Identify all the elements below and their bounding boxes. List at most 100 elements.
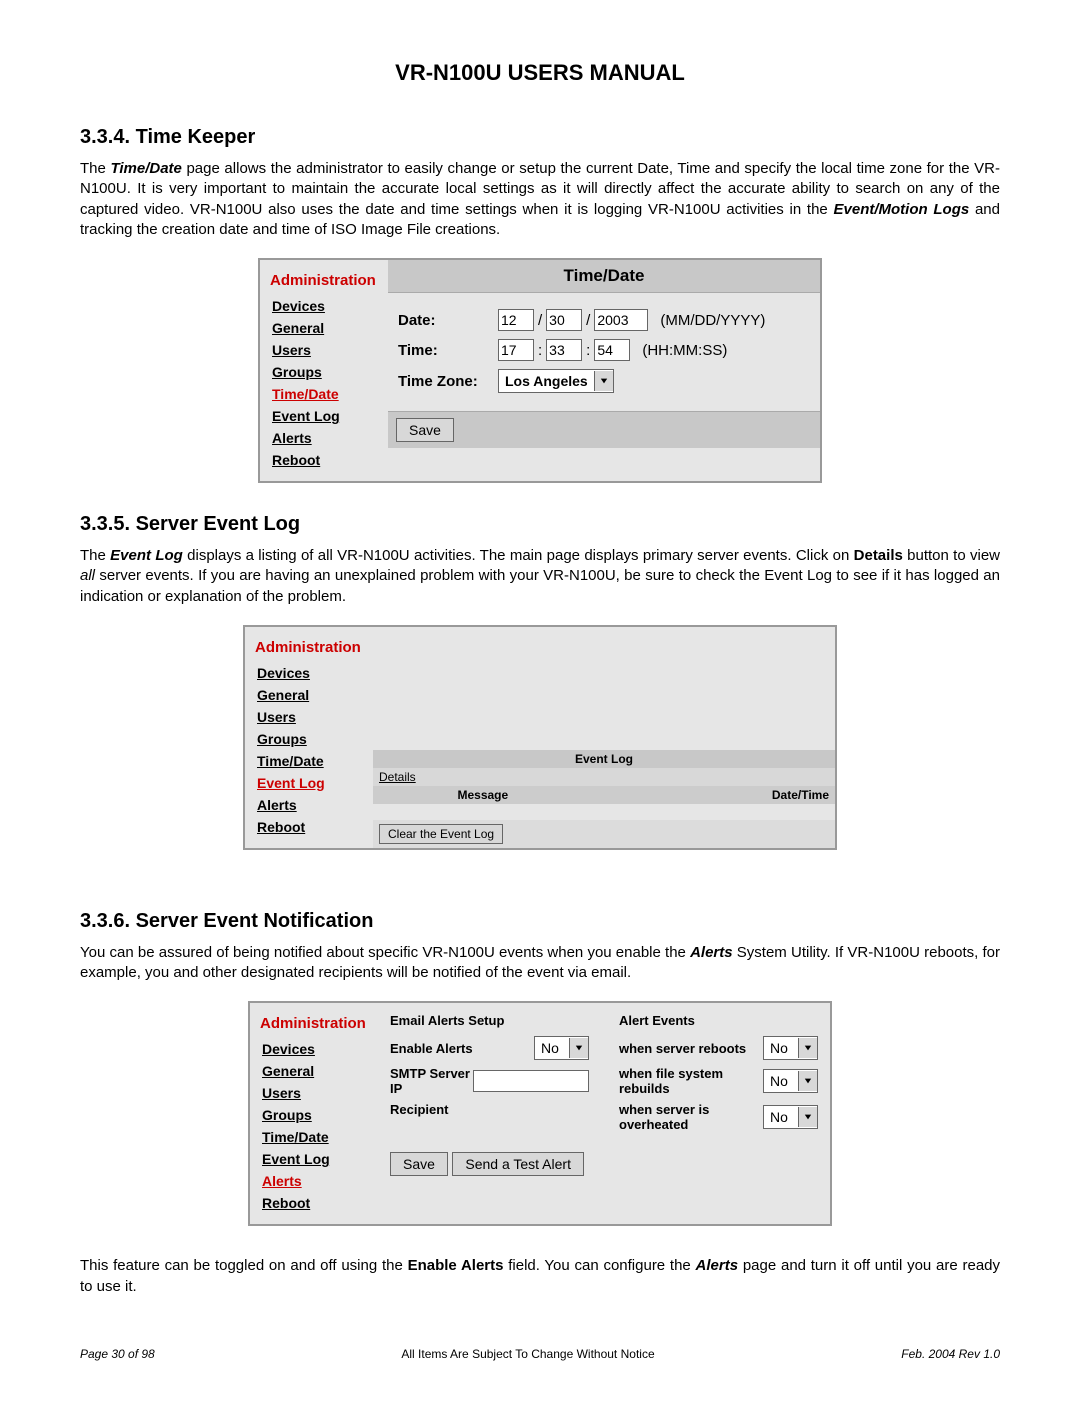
t-bold: Enable Alerts [408, 1257, 504, 1274]
chevron-down-icon [594, 371, 613, 391]
row-tz: Time Zone: Los Angeles [398, 369, 810, 393]
panel-eventlog: Administration Devices General Users Gro… [243, 625, 837, 850]
send-test-alert-button[interactable]: Send a Test Alert [452, 1152, 584, 1176]
smtp-ip-input[interactable] [473, 1070, 589, 1092]
sep-slash: / [538, 312, 542, 329]
t: The [80, 160, 110, 177]
footer-notice: All Items Are Subject To Change Without … [401, 1347, 654, 1361]
t-bold: Event Log [110, 547, 183, 564]
tz-select[interactable]: Los Angeles [498, 369, 614, 393]
para-335: The Event Log displays a listing of all … [80, 546, 1000, 607]
sidebar-item-reboot[interactable]: Reboot [250, 1192, 378, 1214]
alerts-left-header: Email Alerts Setup [390, 1013, 589, 1028]
sidebar-item-timedate[interactable]: Time/Date [250, 1126, 378, 1148]
t: You can be assured of being notified abo… [80, 944, 690, 961]
date-hint: (MM/DD/YYYY) [660, 312, 765, 329]
panel-title: Time/Date [388, 260, 820, 293]
footer-rev: Feb. 2004 Rev 1.0 [901, 1347, 1000, 1361]
save-button[interactable]: Save [396, 418, 454, 442]
clear-eventlog-button[interactable]: Clear the Event Log [379, 824, 503, 844]
sidebar-item-eventlog[interactable]: Event Log [250, 1148, 378, 1170]
chevron-down-icon [798, 1107, 817, 1127]
time-ss-input[interactable] [594, 339, 630, 361]
chevron-down-icon [798, 1071, 817, 1091]
smtp-label: SMTP Server IP [390, 1066, 473, 1096]
event-reboot-select[interactable]: No [763, 1036, 818, 1060]
sidebar-item-devices[interactable]: Devices [250, 1038, 378, 1060]
sidebar-item-groups[interactable]: Groups [245, 728, 373, 750]
sidebar-item-devices[interactable]: Devices [245, 662, 373, 684]
event-log-table: Event Log Details Message Date/Time Clea… [373, 750, 835, 848]
sidebar-header: Administration [250, 1009, 378, 1038]
col-message: Message [373, 786, 593, 804]
sidebar-item-eventlog[interactable]: Event Log [260, 405, 388, 427]
sidebar-item-alerts[interactable]: Alerts [250, 1170, 378, 1192]
heading-336: 3.3.6. Server Event Notification [80, 910, 1000, 933]
sidebar-item-general[interactable]: General [245, 684, 373, 706]
event-overheat-select[interactable]: No [763, 1105, 818, 1129]
sidebar-item-users[interactable]: Users [250, 1082, 378, 1104]
sep-slash: / [586, 312, 590, 329]
sidebar-item-devices[interactable]: Devices [260, 295, 388, 317]
para-336: You can be assured of being notified abo… [80, 943, 1000, 984]
admin-sidebar: Administration Devices General Users Gro… [245, 627, 373, 848]
heading-335: 3.3.5. Server Event Log [80, 513, 1000, 536]
date-year-input[interactable] [594, 309, 648, 331]
sidebar-item-alerts[interactable]: Alerts [260, 427, 388, 449]
sidebar-item-groups[interactable]: Groups [250, 1104, 378, 1126]
select-value: No [535, 1040, 569, 1056]
details-link[interactable]: Details [379, 770, 416, 784]
sep-colon: : [586, 342, 590, 359]
t-bold: Alerts [696, 1257, 739, 1274]
t: displays a listing of all VR-N100U activ… [183, 547, 854, 564]
enable-alerts-label: Enable Alerts [390, 1041, 473, 1056]
time-hint: (HH:MM:SS) [642, 342, 727, 359]
footer-page: Page 30 of 98 [80, 1347, 155, 1361]
event-rebuild-select[interactable]: No [763, 1069, 818, 1093]
sidebar-item-timedate[interactable]: Time/Date [260, 383, 388, 405]
sidebar-item-reboot[interactable]: Reboot [245, 816, 373, 838]
row-time: Time: : : (HH:MM:SS) [398, 339, 810, 361]
sidebar-item-general[interactable]: General [250, 1060, 378, 1082]
recipient-label: Recipient [390, 1102, 449, 1117]
select-value: No [764, 1073, 798, 1089]
t: The [80, 547, 110, 564]
sidebar-item-alerts[interactable]: Alerts [245, 794, 373, 816]
date-month-input[interactable] [498, 309, 534, 331]
sidebar-item-general[interactable]: General [260, 317, 388, 339]
panel-timedate: Administration Devices General Users Gro… [258, 258, 822, 483]
sidebar-item-reboot[interactable]: Reboot [260, 449, 388, 471]
sidebar-item-users[interactable]: Users [245, 706, 373, 728]
select-value: No [764, 1109, 798, 1125]
row-date: Date: / / (MM/DD/YYYY) [398, 309, 810, 331]
para-334: The Time/Date page allows the administra… [80, 159, 1000, 240]
event-reboot-label: when server reboots [619, 1041, 746, 1056]
sep-colon: : [538, 342, 542, 359]
chevron-down-icon [569, 1038, 588, 1058]
time-label: Time: [398, 342, 498, 359]
page-title: VR-N100U USERS MANUAL [80, 60, 1000, 86]
admin-sidebar: Administration Devices General Users Gro… [260, 260, 388, 481]
eventlog-title: Event Log [373, 750, 835, 768]
tz-label: Time Zone: [398, 373, 498, 390]
enable-alerts-select[interactable]: No [534, 1036, 589, 1060]
sidebar-item-eventlog[interactable]: Event Log [245, 772, 373, 794]
sidebar-item-groups[interactable]: Groups [260, 361, 388, 383]
t-bold: Details [854, 547, 903, 564]
t-bold: Event/Motion Logs [834, 201, 970, 218]
sidebar-item-timedate[interactable]: Time/Date [245, 750, 373, 772]
t-italic: all [80, 567, 95, 584]
time-mm-input[interactable] [546, 339, 582, 361]
t: button to view [903, 547, 1000, 564]
save-button[interactable]: Save [390, 1152, 448, 1176]
time-hh-input[interactable] [498, 339, 534, 361]
sidebar-item-users[interactable]: Users [260, 339, 388, 361]
chevron-down-icon [798, 1038, 817, 1058]
heading-334: 3.3.4. Time Keeper [80, 126, 1000, 149]
date-day-input[interactable] [546, 309, 582, 331]
t-bold: Time/Date [110, 160, 181, 177]
page-footer: Page 30 of 98 All Items Are Subject To C… [80, 1347, 1000, 1361]
t: field. You can configure the [503, 1257, 695, 1274]
para-336b: This feature can be toggled on and off u… [80, 1256, 1000, 1297]
tz-value: Los Angeles [499, 373, 594, 389]
